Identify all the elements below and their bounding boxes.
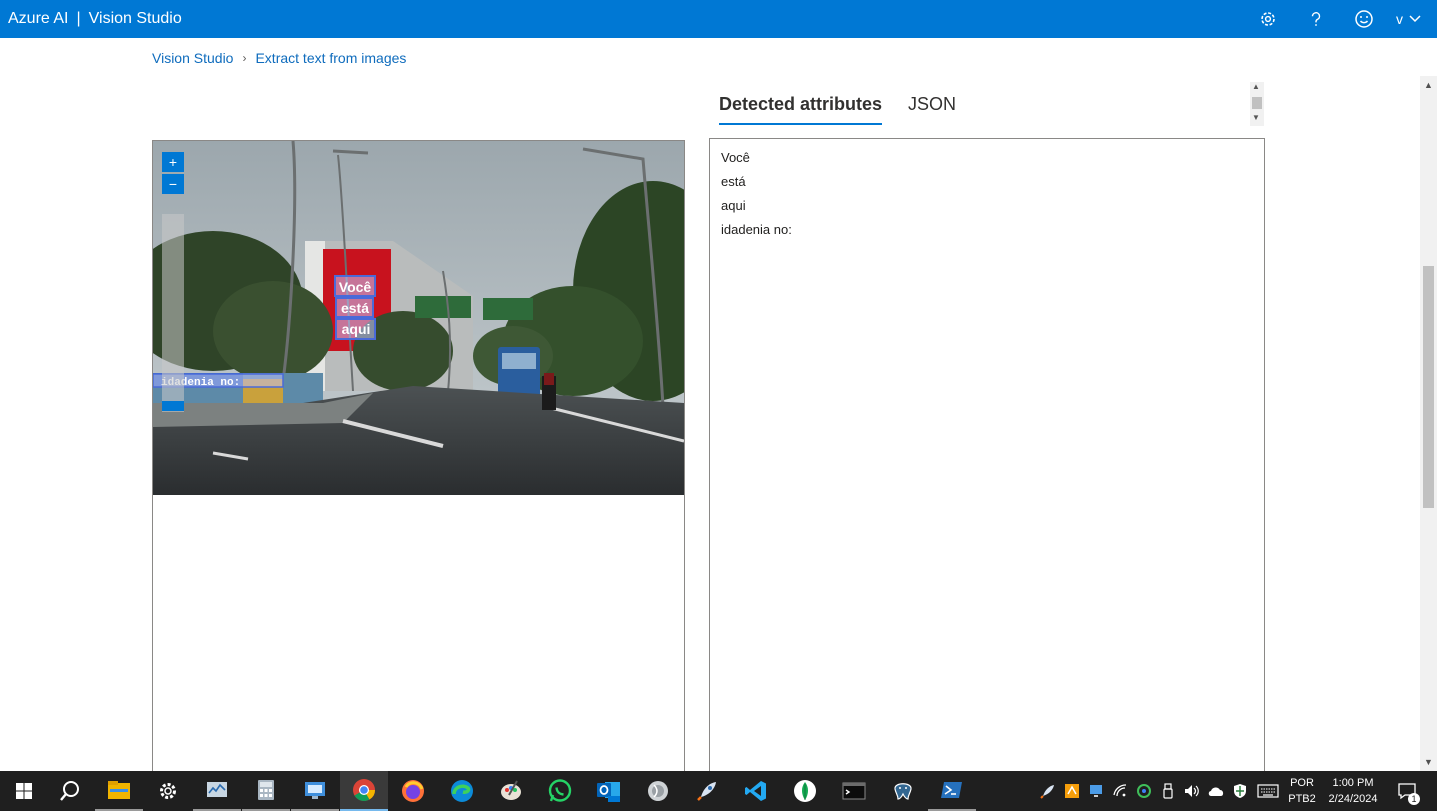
scroll-up-icon[interactable]: ▲ — [1252, 82, 1260, 91]
detected-line: Você — [721, 150, 750, 165]
page-scrollbar[interactable]: ▲ ▼ — [1420, 76, 1437, 771]
system-clock[interactable]: 1:00 PM 2/24/2024 — [1320, 775, 1386, 807]
task-manager-icon[interactable] — [193, 771, 241, 811]
paint-icon[interactable] — [487, 771, 535, 811]
tray-app-icon[interactable] — [1062, 771, 1082, 811]
zoom-slider-handle[interactable] — [162, 401, 184, 411]
account-menu[interactable]: v — [1388, 11, 1437, 27]
breadcrumb: Vision Studio › Extract text from images — [152, 48, 406, 68]
tray-onedrive-icon[interactable] — [1206, 771, 1226, 811]
search-icon[interactable] — [46, 771, 94, 811]
tab-json[interactable]: JSON — [908, 90, 956, 125]
clock-time: 1:00 PM — [1332, 777, 1374, 789]
tray-volume-icon[interactable] — [1182, 771, 1202, 811]
edge-icon[interactable] — [438, 771, 486, 811]
ocr-word-esta: está — [341, 300, 369, 316]
user-initial: v — [1396, 11, 1403, 27]
rocket-app-icon[interactable] — [683, 771, 731, 811]
brand-separator: | — [76, 10, 81, 27]
brand-vision-studio: Vision Studio — [88, 10, 182, 27]
page-scroll-up-icon[interactable]: ▲ — [1424, 80, 1433, 90]
tray-usb-icon[interactable] — [1158, 771, 1178, 811]
notification-count: 1 — [1408, 793, 1420, 805]
clock-date: 2/24/2024 — [1328, 793, 1378, 805]
help-icon[interactable] — [1292, 0, 1340, 38]
remote-desktop-icon[interactable] — [291, 771, 339, 811]
zoom-out-button[interactable]: − — [162, 174, 184, 194]
tray-sync-icon[interactable] — [1134, 771, 1154, 811]
file-explorer-icon[interactable] — [95, 771, 143, 811]
chevron-down-icon — [1409, 15, 1421, 23]
breadcrumb-extract-text[interactable]: Extract text from images — [255, 50, 406, 66]
image-preview-panel: Você está aqui idadenia no: + − — [152, 140, 685, 782]
mongodb-icon[interactable] — [781, 771, 829, 811]
breadcrumb-separator: › — [242, 51, 247, 65]
language-code: POR — [1290, 777, 1314, 789]
detected-text-list: Você está aqui idadenia no: — [710, 139, 1264, 255]
zoom-slider[interactable] — [162, 214, 184, 412]
scroll-down-icon[interactable]: ▼ — [1252, 113, 1260, 122]
app-icon[interactable] — [634, 771, 682, 811]
ocr-word-aqui: aqui — [342, 321, 371, 337]
tray-rocket-icon[interactable] — [1038, 771, 1058, 811]
settings-icon[interactable] — [1244, 0, 1292, 38]
detected-attributes-panel: Você está aqui idadenia no: — [709, 138, 1265, 780]
postgresql-icon[interactable] — [879, 771, 927, 811]
detected-line: idadenia no: — [721, 222, 792, 237]
detected-line: aqui — [721, 198, 746, 213]
top-app-bar: Azure AI | Vision Studio v — [0, 0, 1437, 38]
chrome-icon[interactable] — [340, 771, 388, 811]
app-brand[interactable]: Azure AI | Vision Studio — [8, 0, 182, 38]
page-scroll-down-icon[interactable]: ▼ — [1424, 757, 1433, 767]
tab-scrollbar-thumb[interactable] — [1252, 97, 1262, 109]
tray-keyboard-icon[interactable] — [1254, 771, 1282, 811]
result-tabs: Detected attributes JSON — [719, 90, 982, 125]
settings-icon[interactable] — [144, 771, 192, 811]
vscode-icon[interactable] — [732, 771, 780, 811]
calculator-icon[interactable] — [242, 771, 290, 811]
keyboard-layout: PTB2 — [1288, 793, 1316, 805]
firefox-icon[interactable] — [389, 771, 437, 811]
page-scrollbar-thumb[interactable] — [1423, 266, 1434, 508]
analyzed-photo: Você está aqui idadenia no: + − — [153, 141, 684, 495]
tray-display-icon[interactable] — [1086, 771, 1106, 811]
terminal-icon[interactable] — [830, 771, 878, 811]
powershell-icon[interactable] — [928, 771, 976, 811]
windows-taskbar: POR PTB2 1:00 PM 2/24/2024 1 — [0, 771, 1437, 811]
brand-azure-ai: Azure AI — [8, 10, 69, 27]
breadcrumb-vision-studio[interactable]: Vision Studio — [152, 50, 233, 66]
tray-network-icon[interactable] — [1110, 771, 1130, 811]
zoom-in-button[interactable]: + — [162, 152, 184, 172]
tab-detected-attributes[interactable]: Detected attributes — [719, 90, 883, 125]
tray-security-icon[interactable] — [1230, 771, 1250, 811]
whatsapp-icon[interactable] — [536, 771, 584, 811]
input-language[interactable]: POR PTB2 — [1288, 775, 1316, 807]
outlook-icon[interactable] — [585, 771, 633, 811]
feedback-smiley-icon[interactable] — [1340, 0, 1388, 38]
detected-line: está — [721, 174, 746, 189]
tab-scrollbar[interactable]: ▲ ▼ — [1250, 82, 1264, 126]
notification-center-icon[interactable]: 1 — [1392, 771, 1422, 811]
start-icon[interactable] — [0, 771, 48, 811]
ocr-word-voce: Você — [339, 279, 372, 295]
